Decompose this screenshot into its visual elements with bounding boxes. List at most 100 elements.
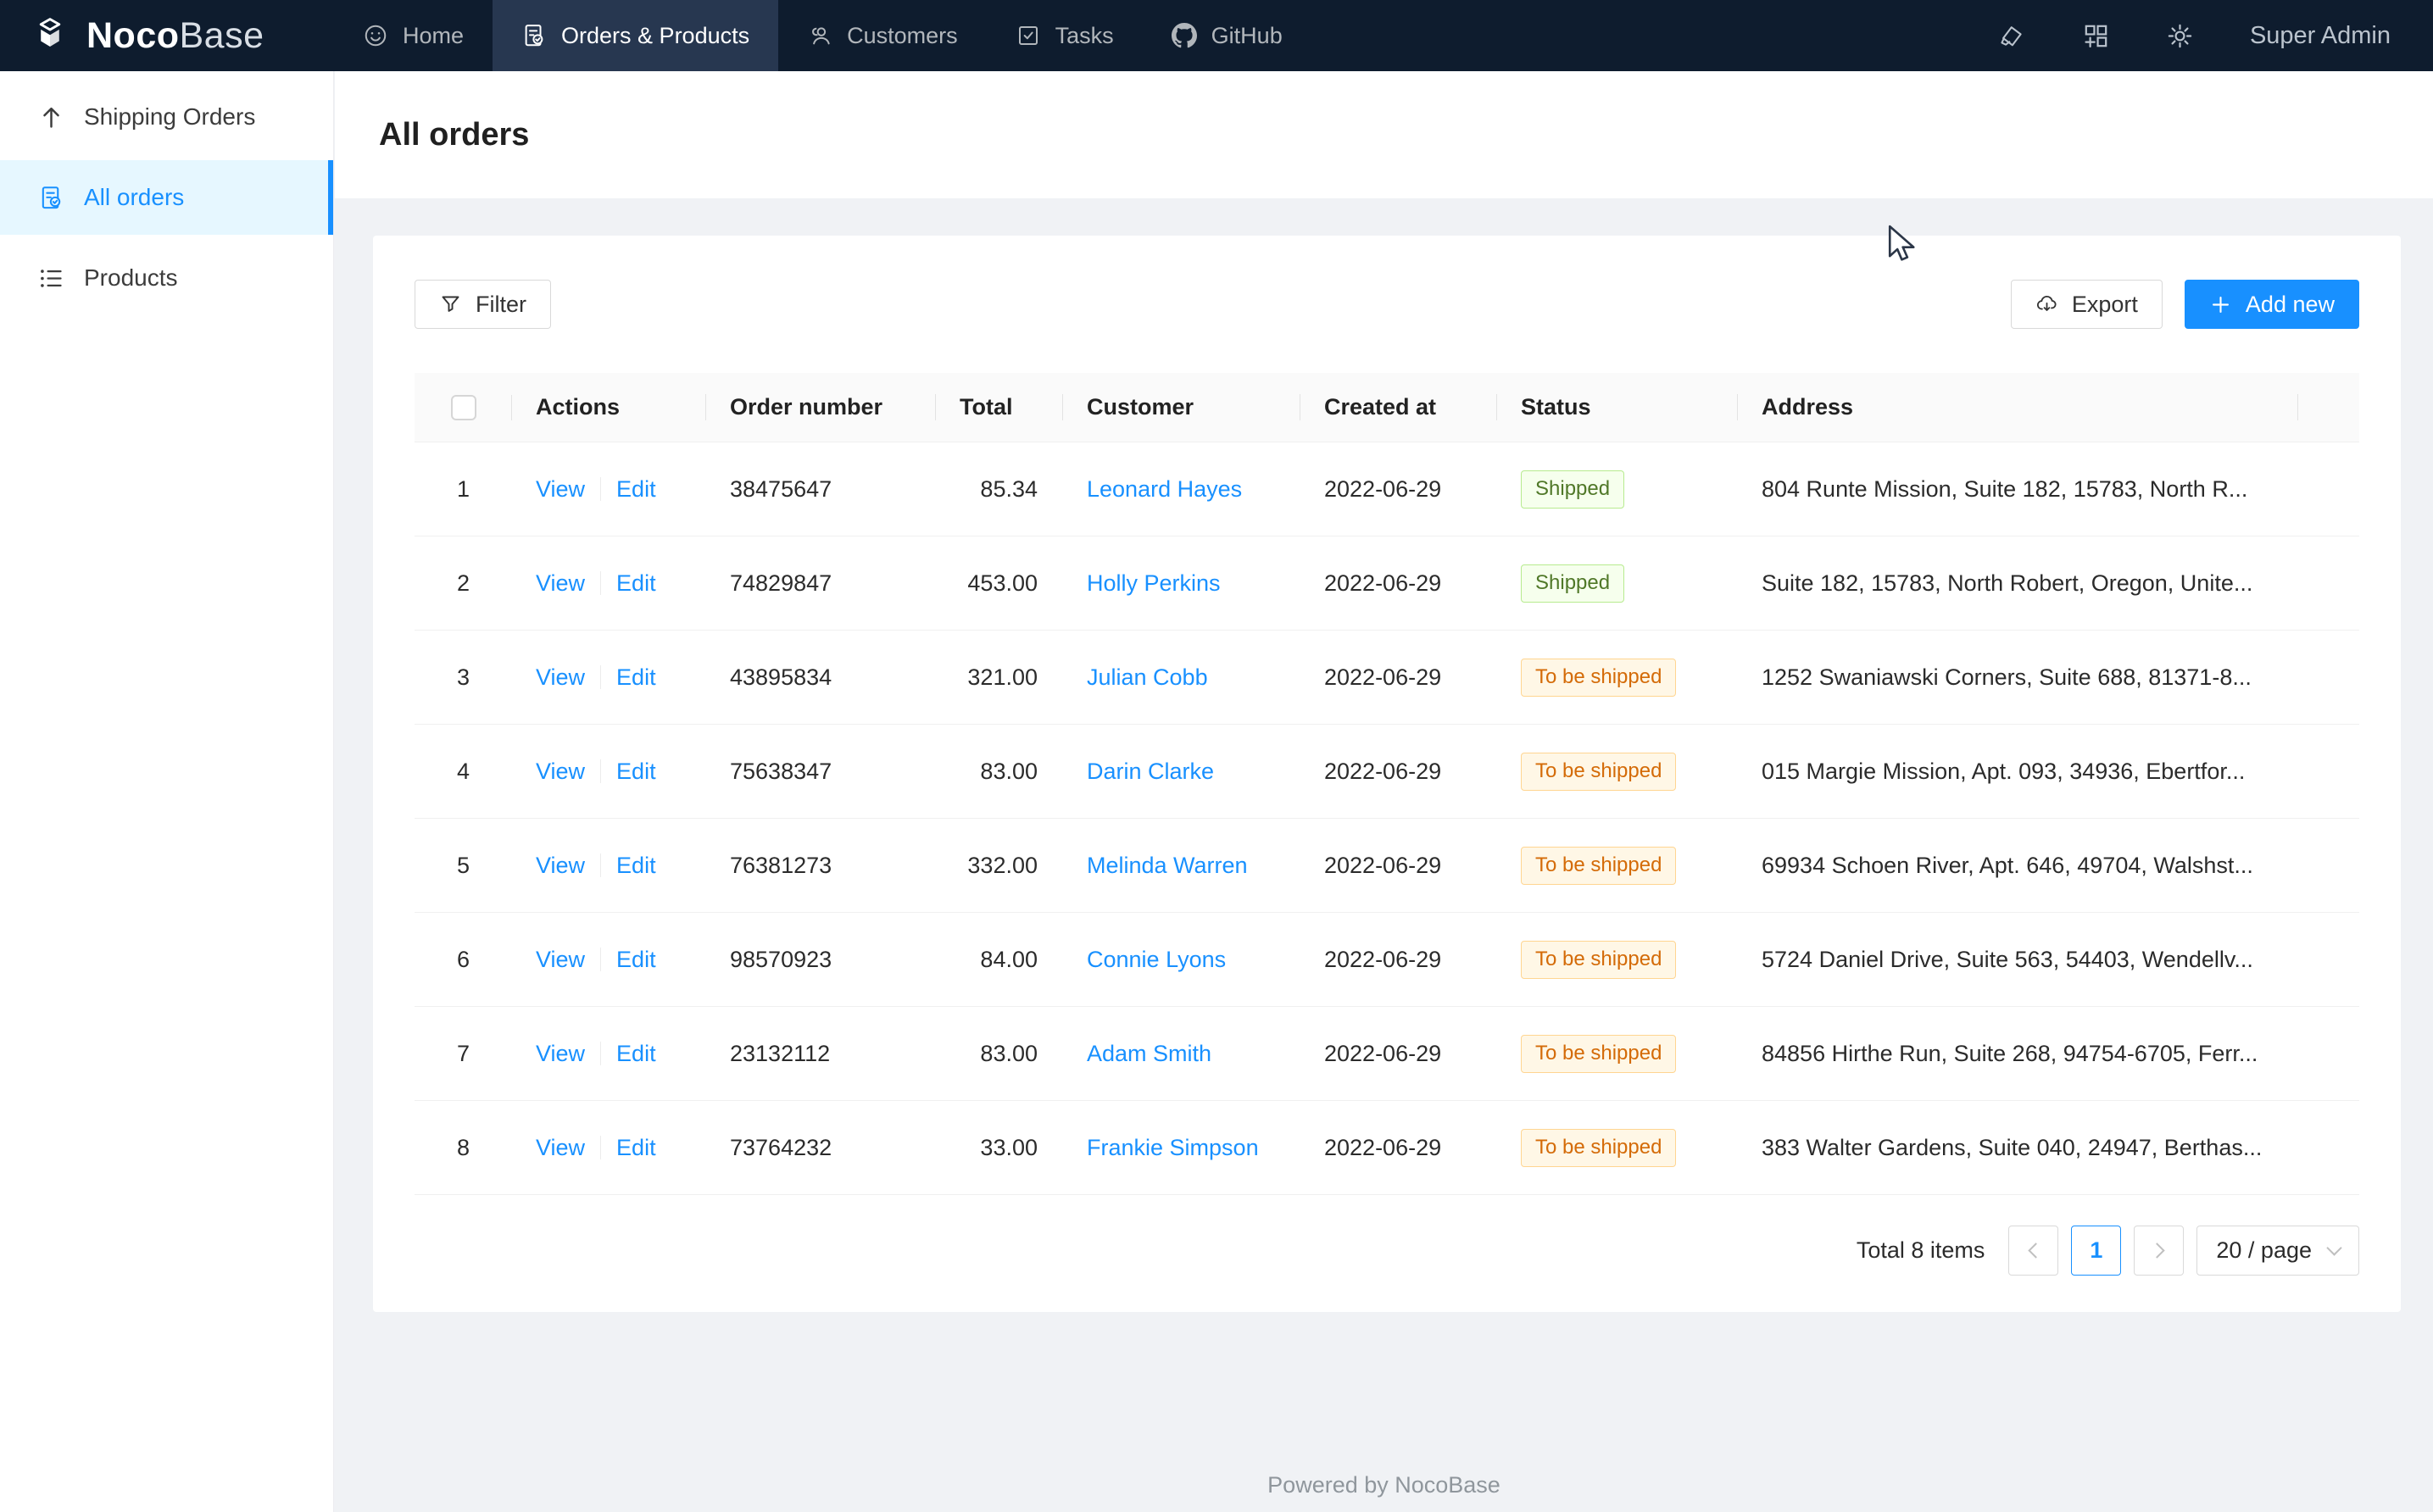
prev-page-button[interactable] (2008, 1226, 2058, 1276)
select-all-checkbox[interactable] (451, 395, 476, 420)
customer-link[interactable]: Frankie Simpson (1087, 1135, 1259, 1160)
page-title: All orders (379, 117, 529, 153)
edit-link[interactable]: Edit (616, 1041, 656, 1067)
action-divider (600, 1042, 601, 1065)
created-at-cell: 2022-06-29 (1300, 947, 1497, 973)
edit-link[interactable]: Edit (616, 664, 656, 691)
table-row: 8 View Edit 73764232 33.00 Frankie Simps… (415, 1101, 2359, 1195)
total-cell: 83.00 (936, 1041, 1063, 1067)
customer-link[interactable]: Connie Lyons (1087, 947, 1226, 972)
row-actions: View Edit (512, 570, 706, 597)
table-row: 5 View Edit 76381273 332.00 Melinda Warr… (415, 819, 2359, 913)
row-index: 2 (415, 570, 512, 597)
view-link[interactable]: View (536, 476, 585, 503)
column-header-order-number: Order number (706, 394, 936, 420)
address-cell: 015 Margie Mission, Apt. 093, 34936, Ebe… (1738, 759, 2298, 785)
customer-link[interactable]: Darin Clarke (1087, 759, 1214, 784)
status-badge: To be shipped (1521, 1129, 1676, 1167)
tab-orders-products[interactable]: Orders & Products (493, 0, 778, 71)
file-done-icon (521, 23, 547, 48)
top-nav-right: Super Admin (1998, 0, 2433, 71)
order-number-cell: 43895834 (706, 664, 936, 691)
chevron-right-icon (2149, 1242, 2164, 1258)
table-body: 1 View Edit 38475647 85.34 Leonard Hayes… (415, 442, 2359, 1195)
brand-text: NocoBase (86, 15, 264, 57)
nocobase-logo[interactable]: NocoBase (0, 0, 334, 71)
total-cell: 33.00 (936, 1135, 1063, 1161)
content-area: Filter Export Add new (335, 198, 2433, 1512)
gear-icon[interactable] (2166, 22, 2194, 50)
view-link[interactable]: View (536, 759, 585, 785)
chevron-down-icon (2326, 1240, 2341, 1255)
next-page-button[interactable] (2134, 1226, 2184, 1276)
order-number-cell: 23132112 (706, 1041, 936, 1067)
customer-link[interactable]: Holly Perkins (1087, 570, 1221, 596)
order-number-cell: 73764232 (706, 1135, 936, 1161)
row-index: 8 (415, 1135, 512, 1161)
total-cell: 321.00 (936, 664, 1063, 691)
table-row: 2 View Edit 74829847 453.00 Holly Perkin… (415, 536, 2359, 631)
edit-link[interactable]: Edit (616, 1135, 656, 1161)
sidebar-item-products[interactable]: Products (0, 241, 333, 315)
tab-home[interactable]: Home (334, 0, 493, 71)
page-1-button[interactable]: 1 (2071, 1226, 2121, 1276)
customer-link[interactable]: Leonard Hayes (1087, 476, 1242, 502)
view-link[interactable]: View (536, 664, 585, 691)
edit-link[interactable]: Edit (616, 570, 656, 597)
top-nav: NocoBase Home Orders & Products (0, 0, 2433, 71)
ui-editor-highlighter-icon[interactable] (1998, 22, 2026, 50)
edit-link[interactable]: Edit (616, 947, 656, 973)
view-link[interactable]: View (536, 1041, 585, 1067)
row-actions: View Edit (512, 947, 706, 973)
page-size-select[interactable]: 20 / page (2196, 1226, 2359, 1276)
view-link[interactable]: View (536, 947, 585, 973)
action-divider (600, 948, 601, 971)
status-badge: To be shipped (1521, 847, 1676, 885)
customer-link[interactable]: Melinda Warren (1087, 853, 1248, 878)
plus-icon (2209, 293, 2232, 316)
sidebar-item-shipping-orders[interactable]: Shipping Orders (0, 80, 333, 154)
chevron-left-icon (2028, 1242, 2043, 1258)
edit-link[interactable]: Edit (616, 853, 656, 879)
address-cell: 84856 Hirthe Run, Suite 268, 94754-6705,… (1738, 1041, 2298, 1067)
user-menu[interactable]: Super Admin (2250, 22, 2391, 50)
view-link[interactable]: View (536, 570, 585, 597)
total-cell: 84.00 (936, 947, 1063, 973)
created-at-cell: 2022-06-29 (1300, 476, 1497, 503)
total-cell: 332.00 (936, 853, 1063, 879)
view-link[interactable]: View (536, 1135, 585, 1161)
add-new-button[interactable]: Add new (2185, 280, 2359, 329)
action-divider (600, 853, 601, 877)
created-at-cell: 2022-06-29 (1300, 759, 1497, 785)
edit-link[interactable]: Edit (616, 759, 656, 785)
row-actions: View Edit (512, 476, 706, 503)
total-cell: 85.34 (936, 476, 1063, 503)
view-link[interactable]: View (536, 853, 585, 879)
tab-customers[interactable]: Customers (778, 0, 987, 71)
powered-by-footer: Powered by NocoBase (335, 1472, 2433, 1498)
filter-button[interactable]: Filter (415, 280, 551, 329)
edit-link[interactable]: Edit (616, 476, 656, 503)
toolbar-right: Export Add new (2011, 280, 2359, 329)
order-number-cell: 76381273 (706, 853, 936, 879)
column-header-address: Address (1738, 394, 2298, 420)
table-row: 6 View Edit 98570923 84.00 Connie Lyons … (415, 913, 2359, 1007)
tab-tasks[interactable]: Tasks (987, 0, 1143, 71)
add-block-icon[interactable] (2082, 22, 2110, 50)
tab-github[interactable]: GitHub (1143, 0, 1311, 71)
status-badge: To be shipped (1521, 941, 1676, 979)
row-index: 7 (415, 1041, 512, 1067)
created-at-cell: 2022-06-29 (1300, 853, 1497, 879)
filter-funnel-icon (439, 293, 462, 316)
sidebar-item-all-orders[interactable]: All orders (0, 160, 333, 235)
list-icon (38, 265, 64, 292)
customer-link[interactable]: Julian Cobb (1087, 664, 1208, 690)
customer-link[interactable]: Adam Smith (1087, 1041, 1211, 1066)
row-index: 6 (415, 947, 512, 973)
person-icon (807, 23, 832, 48)
export-button[interactable]: Export (2011, 280, 2163, 329)
table-toolbar: Filter Export Add new (373, 236, 2401, 329)
check-square-icon (1016, 23, 1041, 48)
status-badge: Shipped (1521, 470, 1624, 509)
row-index: 3 (415, 664, 512, 691)
